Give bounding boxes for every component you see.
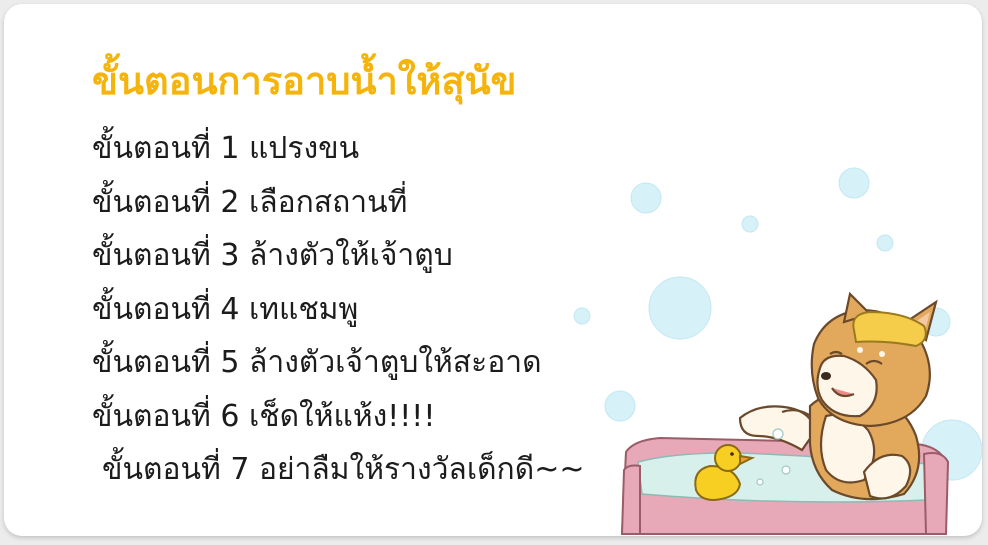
steps-list: ขั้นตอนที่ 1 แปรงขน ขั้นตอนที่ 2 เลือกสถ… <box>92 122 584 497</box>
step-item-2: ขั้นตอนที่ 2 เลือกสถานที่ <box>92 184 408 220</box>
step-item-6: ขั้นตอนที่ 6 เช็ดให้แห้ง!!!! <box>92 398 436 434</box>
bubble <box>604 390 636 422</box>
step-item-4: ขั้นตอนที่ 4 เทแชมพู <box>92 291 359 327</box>
bubble <box>630 182 662 214</box>
tub-front-right <box>922 452 950 535</box>
page-title: ขั้นตอนการอาบน้ำให้สุนัข <box>92 59 517 103</box>
step-item-3: ขั้นตอนที่ 3 ล้างตัวให้เจ้าตูบ <box>92 238 453 273</box>
bubble <box>648 276 712 340</box>
bubble <box>876 234 894 252</box>
tub-front <box>620 464 641 535</box>
bubble <box>838 167 870 199</box>
step-item-7: ขั้นตอนที่ 7 อย่าลืมให้รางวัลเด็กดี~~ <box>102 452 585 487</box>
content-card: ขั้นตอนการอาบน้ำให้สุนัข ขั้นตอนที่ 1 แป… <box>4 4 982 536</box>
step-item-5: ขั้นตอนที่ 5 ล้างตัวเจ้าตูบให้สะอาด <box>92 345 542 380</box>
step-item-1: ขั้นตอนที่ 1 แปรงขน <box>92 131 360 166</box>
dog-bath-illustration <box>573 167 982 535</box>
bubble <box>573 307 591 325</box>
bubble <box>741 215 759 233</box>
